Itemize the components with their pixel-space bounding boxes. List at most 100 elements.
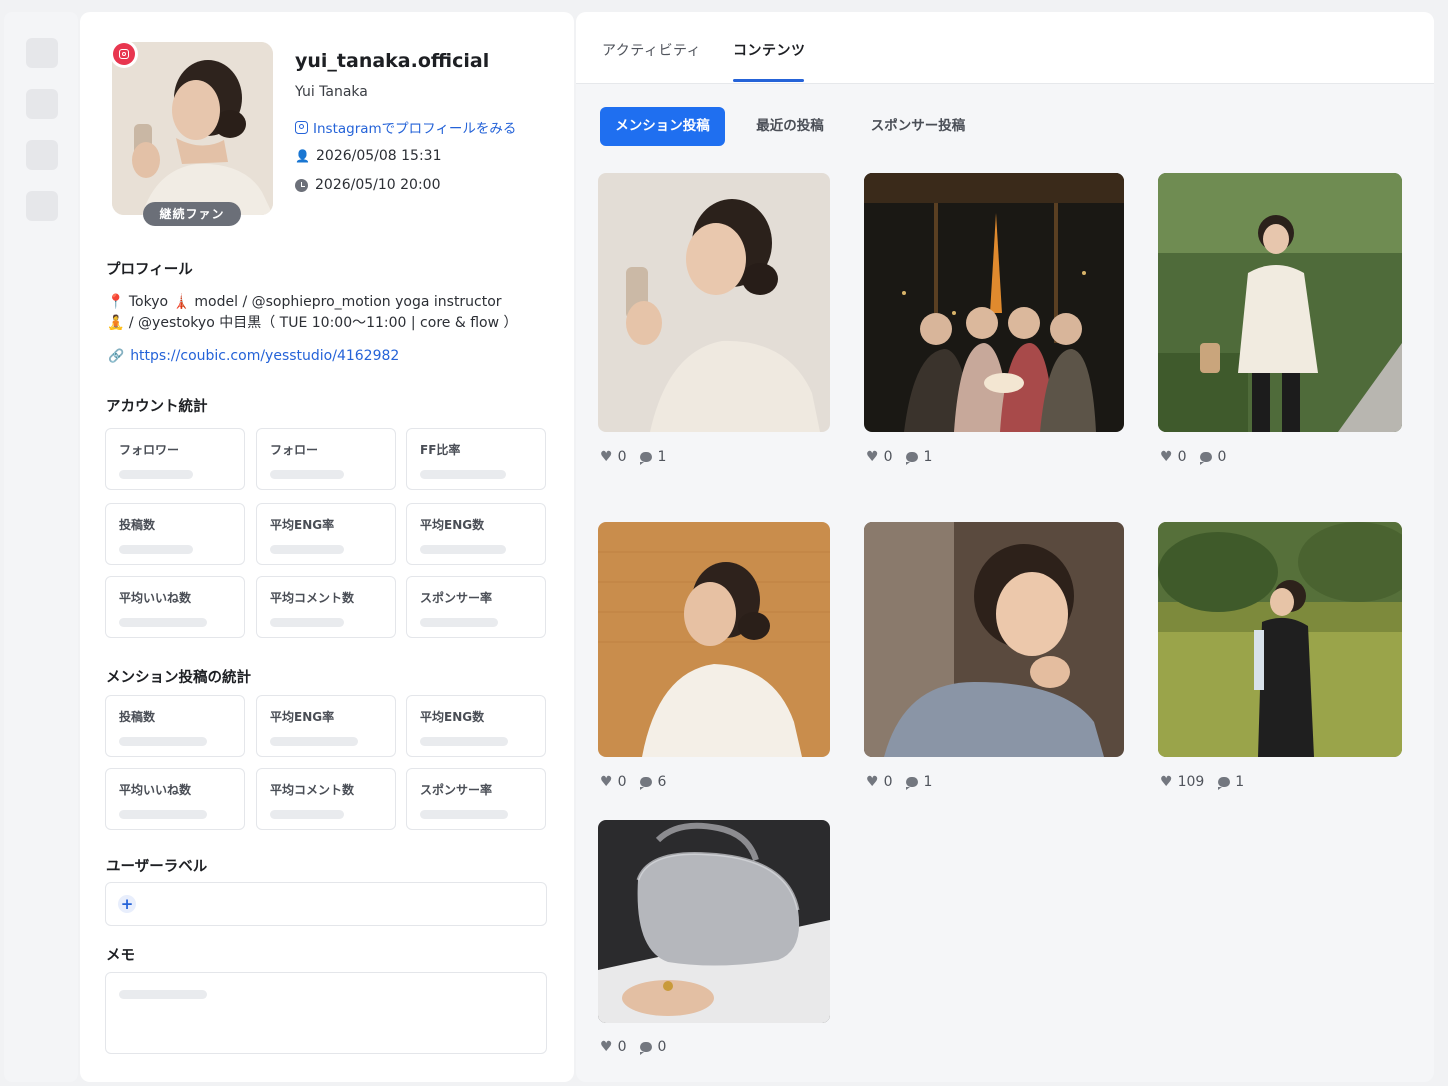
comment-icon [640, 777, 653, 790]
updated-date: 2026/05/10 20:00 [295, 177, 441, 193]
stat-card: 平均いいね数 [105, 576, 245, 638]
stat-card: 平均ENG数 [406, 503, 546, 565]
filter-mention-posts[interactable]: メンション投稿 [600, 107, 725, 146]
tab-bar: アクティビティ コンテンツ [576, 12, 1434, 84]
add-label-button[interactable]: + [118, 895, 136, 913]
heart-icon: ♥ [866, 449, 879, 465]
post-comments: 1 [923, 449, 933, 465]
stat-label: スポンサー率 [420, 783, 493, 797]
tab-content[interactable]: コンテンツ [733, 40, 806, 60]
post-likes: 0 [883, 774, 893, 790]
heart-icon: ♥ [600, 449, 613, 465]
user-plus-icon: 👤 [295, 149, 310, 163]
stat-label: フォロー [270, 443, 319, 457]
post-likes: 0 [617, 1039, 627, 1055]
stat-value-placeholder [119, 618, 207, 627]
link-icon: 🔗 [108, 348, 125, 364]
mention-stats-title: メンション投稿の統計 [106, 670, 251, 686]
stat-label: 平均コメント数 [270, 591, 355, 605]
post-stats: ♥ 0 6 [600, 774, 666, 790]
nav-rail-button[interactable] [26, 140, 58, 170]
comment-icon [640, 1042, 653, 1055]
stat-card: 平均ENG率 [256, 503, 396, 565]
stat-card: 平均ENG数 [406, 695, 546, 757]
stat-card: フォロワー [105, 428, 245, 490]
stat-label: 平均ENG率 [270, 710, 335, 724]
post-stats: ♥ 109 1 [1160, 774, 1244, 790]
post-stats: ♥ 0 1 [600, 449, 666, 465]
comment-icon [640, 452, 653, 465]
post-comments: 1 [1235, 774, 1245, 790]
nav-rail-button[interactable] [26, 89, 58, 119]
post-likes: 0 [1177, 449, 1187, 465]
display-name: Yui Tanaka [295, 84, 368, 100]
tab-activity[interactable]: アクティビティ [602, 40, 701, 60]
stat-card: 投稿数 [105, 503, 245, 565]
comment-icon [1218, 777, 1231, 790]
post-stats: ♥ 0 1 [866, 449, 932, 465]
nav-rail-button[interactable] [26, 191, 58, 221]
stat-label: 平均いいね数 [119, 783, 192, 797]
post-thumbnail[interactable] [864, 522, 1124, 757]
stat-value-placeholder [119, 737, 207, 746]
comment-icon [906, 777, 919, 790]
fan-status-badge: 継続ファン [143, 202, 241, 226]
heart-icon: ♥ [600, 1039, 613, 1055]
stat-label: 投稿数 [119, 518, 156, 532]
profile-panel: 継続ファン yui_tanaka.official Yui Tanaka Ins… [80, 12, 574, 1082]
stat-value-placeholder [420, 618, 498, 627]
clock-icon [295, 178, 308, 192]
stat-card: 平均いいね数 [105, 768, 245, 830]
stat-label: 平均ENG率 [270, 518, 335, 532]
instagram-icon [110, 40, 138, 68]
updated-date-value: 2026/05/10 20:00 [315, 177, 441, 193]
registered-date: 👤 2026/05/08 15:31 [295, 148, 442, 164]
post-comments: 0 [657, 1039, 667, 1055]
stat-label: 平均ENG数 [420, 710, 485, 724]
stat-label: スポンサー率 [420, 591, 493, 605]
post-likes: 0 [617, 449, 627, 465]
filter-recent-posts[interactable]: 最近の投稿 [742, 107, 838, 146]
content-panel: アクティビティ コンテンツ メンション投稿 最近の投稿 スポンサー投稿 ♥ 0 1 [576, 12, 1434, 1082]
post-thumbnail[interactable] [1158, 173, 1402, 432]
stat-label: FF比率 [420, 443, 461, 457]
stat-label: 平均ENG数 [420, 518, 485, 532]
comment-icon [1200, 452, 1213, 465]
instagram-profile-link-label: Instagramでプロフィールをみる [313, 121, 517, 137]
avatar [112, 42, 273, 215]
stat-card: 平均コメント数 [256, 768, 396, 830]
heart-icon: ♥ [866, 774, 879, 790]
post-likes: 0 [883, 449, 893, 465]
active-tab-indicator [733, 79, 804, 82]
stat-value-placeholder [420, 545, 506, 554]
stat-value-placeholder [270, 618, 344, 627]
username: yui_tanaka.official [295, 50, 490, 72]
bio: 📍 Tokyo 🗼 model / @sophiepro_motion yoga… [107, 292, 557, 334]
post-thumbnail[interactable] [598, 522, 830, 757]
stat-value-placeholder [270, 470, 344, 479]
stat-value-placeholder [420, 810, 508, 819]
stat-value-placeholder [420, 470, 506, 479]
profile-section-title: プロフィール [106, 262, 193, 278]
instagram-profile-link[interactable]: Instagramでプロフィールをみる [295, 117, 516, 137]
bio-line: 📍 Tokyo 🗼 model / @sophiepro_motion yoga… [107, 294, 502, 310]
post-thumbnail[interactable] [598, 820, 830, 1023]
nav-rail-button[interactable] [26, 38, 58, 68]
post-thumbnail[interactable] [864, 173, 1124, 432]
user-label-field[interactable]: + [105, 882, 547, 926]
post-comments: 6 [657, 774, 667, 790]
bio-link-text: https://coubic.com/yesstudio/4162982 [130, 348, 400, 364]
bio-link[interactable]: 🔗 https://coubic.com/yesstudio/4162982 [108, 348, 399, 364]
post-comments: 0 [1217, 449, 1227, 465]
memo-field[interactable] [105, 972, 547, 1054]
stat-card: 平均ENG率 [256, 695, 396, 757]
filter-sponsor-posts[interactable]: スポンサー投稿 [856, 107, 980, 146]
post-thumbnail[interactable] [598, 173, 830, 432]
post-likes: 109 [1177, 774, 1205, 790]
registered-date-value: 2026/05/08 15:31 [316, 148, 442, 164]
memo-placeholder [119, 990, 207, 999]
bio-line: 🧘 / @yestokyo 中目黒（ TUE 10:00〜11:00 | cor… [107, 315, 518, 331]
post-thumbnail[interactable] [1158, 522, 1402, 757]
stat-value-placeholder [119, 470, 193, 479]
stat-value-placeholder [119, 810, 207, 819]
